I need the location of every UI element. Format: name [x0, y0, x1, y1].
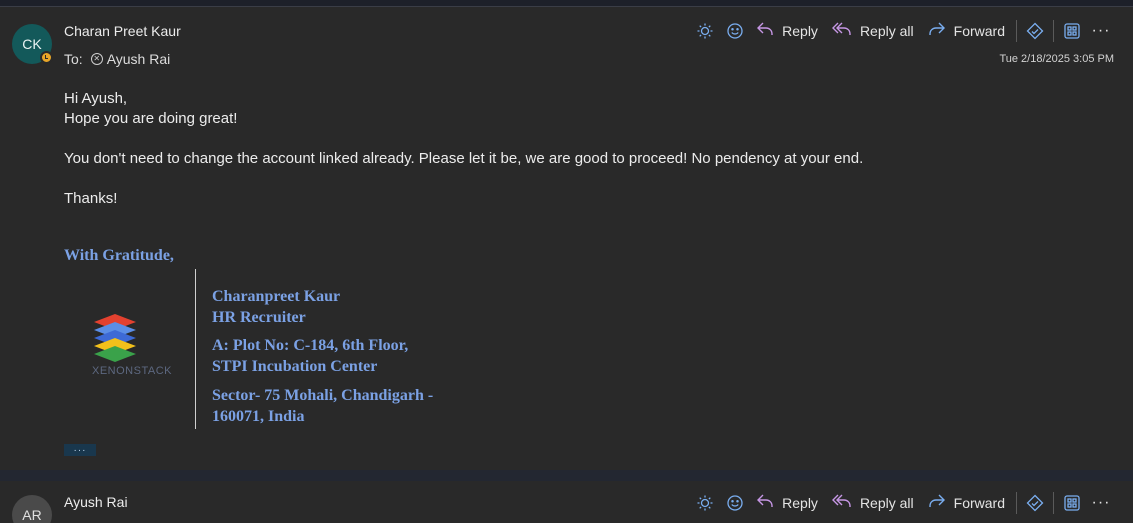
- reply-button[interactable]: Reply: [750, 19, 826, 43]
- signature-address-2: Sector- 75 Mohali, Chandigarh - 160071, …: [212, 385, 433, 427]
- reply-button[interactable]: Reply: [750, 491, 826, 515]
- emoji-icon[interactable]: [720, 19, 750, 43]
- toolbar-divider: [1053, 492, 1054, 514]
- more-icon: ···: [1091, 494, 1111, 511]
- signature-name: Charanpreet Kaur: [212, 288, 341, 305]
- body-paragraph: You don't need to change the account lin…: [64, 150, 864, 167]
- logo-wordmark: XENONSTACK: [92, 365, 172, 377]
- window-top-strip: [0, 0, 1133, 7]
- toolbar-divider: [1016, 492, 1017, 514]
- forward-label: Forward: [953, 495, 1005, 511]
- copilot-icon[interactable]: [1020, 491, 1050, 515]
- forward-icon: [928, 493, 946, 514]
- forward-button[interactable]: Forward: [922, 491, 1013, 515]
- sender-name[interactable]: Charan Preet Kaur: [64, 23, 181, 39]
- signature-address-line: A: Plot No: C-184, 6th Floor,: [212, 337, 409, 354]
- signature-address-line: Sector- 75 Mohali, Chandigarh -: [212, 387, 434, 404]
- reply-all-label: Reply all: [859, 495, 914, 511]
- reply-all-icon: [831, 21, 852, 42]
- reply-icon: [756, 493, 774, 514]
- signature-identity: Charanpreet Kaur HR Recruiter: [212, 286, 340, 328]
- forward-icon: [928, 21, 946, 42]
- sender-avatar[interactable]: AR: [12, 495, 52, 523]
- message-card: CK Charan Preet Kaur To: ✕ Ayush Rai Rep…: [0, 7, 1133, 470]
- reply-label: Reply: [782, 23, 818, 39]
- signature-title: HR Recruiter: [212, 309, 306, 326]
- show-trimmed-content-button[interactable]: ···: [64, 444, 96, 456]
- toolbar-divider: [1016, 20, 1017, 42]
- signature-closing: With Gratitude,: [64, 247, 174, 264]
- reply-label: Reply: [782, 495, 818, 511]
- reply-all-button[interactable]: Reply all: [826, 19, 922, 43]
- signature-address-line: 160071, India: [212, 408, 305, 425]
- sender-name[interactable]: Ayush Rai: [64, 494, 128, 510]
- reply-all-button[interactable]: Reply all: [826, 491, 922, 515]
- body-thanks: Thanks!: [64, 190, 118, 207]
- body-line: Hope you are doing great!: [64, 110, 238, 127]
- message-actions-toolbar: Reply Reply all Forward ···: [690, 19, 1115, 43]
- reply-icon: [756, 21, 774, 42]
- to-label: To:: [64, 51, 83, 67]
- message-body: Hi Ayush, Hope you are doing great! You …: [64, 89, 863, 209]
- message-separator: [0, 470, 1133, 481]
- xenonstack-logo: [90, 313, 170, 370]
- forward-label: Forward: [953, 23, 1005, 39]
- more-actions-button[interactable]: ···: [1087, 491, 1115, 515]
- reply-all-icon: [831, 493, 852, 514]
- signature-address-line: STPI Incubation Center: [212, 358, 378, 375]
- signature-address: A: Plot No: C-184, 6th Floor, STPI Incub…: [212, 335, 408, 377]
- sun-icon[interactable]: [690, 491, 720, 515]
- apps-icon[interactable]: [1057, 19, 1087, 43]
- message-timestamp: Tue 2/18/2025 3:05 PM: [999, 53, 1114, 65]
- recipient-name[interactable]: Ayush Rai: [107, 51, 171, 67]
- sun-icon[interactable]: [690, 19, 720, 43]
- message-card-collapsed[interactable]: AR Ayush Rai Reply Reply all Forward ···: [0, 481, 1133, 523]
- message-actions-toolbar: Reply Reply all Forward ···: [690, 491, 1115, 515]
- emoji-icon[interactable]: [720, 491, 750, 515]
- recipient-status-icon: ✕: [90, 53, 103, 65]
- more-icon: ···: [1091, 22, 1111, 39]
- reply-all-label: Reply all: [859, 23, 914, 39]
- signature-divider: [195, 269, 196, 429]
- apps-icon[interactable]: [1057, 491, 1087, 515]
- recipient-line: To: ✕ Ayush Rai: [64, 51, 170, 67]
- toolbar-divider: [1053, 20, 1054, 42]
- more-actions-button[interactable]: ···: [1087, 19, 1115, 43]
- forward-button[interactable]: Forward: [922, 19, 1013, 43]
- body-greeting: Hi Ayush,: [64, 90, 128, 107]
- copilot-icon[interactable]: [1020, 19, 1050, 43]
- presence-away-icon: [40, 51, 53, 64]
